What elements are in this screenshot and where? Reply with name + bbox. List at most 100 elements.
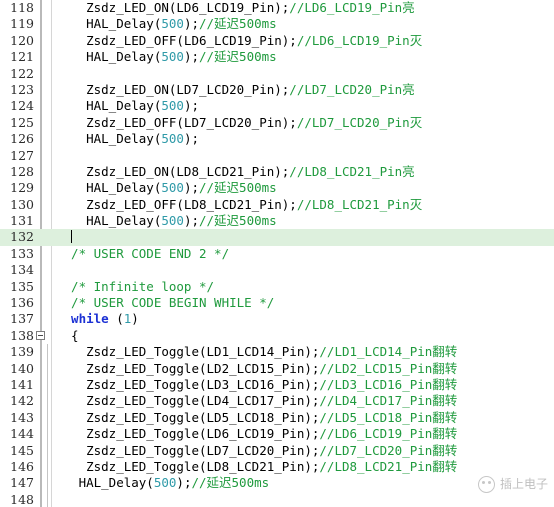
code-line[interactable]: 126 HAL_Delay(500);	[0, 131, 554, 147]
fold-guide-line	[47, 491, 48, 507]
code-line[interactable]: 120 Zsdz_LED_OFF(LD6_LCD19_Pin);//LD6_LC…	[0, 33, 554, 49]
code-line[interactable]: 118 Zsdz_LED_ON(LD6_LCD19_Pin);//LD6_LCD…	[0, 0, 554, 16]
line-number: 138	[10, 327, 34, 343]
code-text: HAL_Delay(500);//延迟500ms	[56, 49, 277, 65]
code-line[interactable]: 123 Zsdz_LED_ON(LD7_LCD20_Pin);//LD7_LCD…	[0, 82, 554, 98]
code-text: Zsdz_LED_Toggle(LD1_LCD14_Pin);//LD1_LCD…	[56, 344, 457, 360]
token-plain: );	[183, 131, 199, 147]
code-text: Zsdz_LED_Toggle(LD5_LCD18_Pin);//LD5_LCD…	[56, 410, 457, 426]
line-number: 131	[10, 213, 34, 229]
token-keyword: while	[56, 311, 109, 327]
fold-margin-cell[interactable]	[35, 328, 47, 344]
line-number: 137	[10, 311, 34, 327]
fold-margin-cell	[35, 197, 47, 213]
code-line[interactable]: 146 Zsdz_LED_Toggle(LD8_LCD21_Pin);//LD8…	[0, 458, 554, 476]
token-plain: Zsdz_LED_Toggle(LD8_LCD21_Pin);	[56, 458, 320, 474]
line-number: 130	[10, 196, 34, 212]
code-line[interactable]: 136 /* USER CODE BEGIN WHILE */	[0, 295, 554, 311]
code-line[interactable]: 132	[0, 229, 554, 246]
token-plain: Zsdz_LED_Toggle(LD5_LCD18_Pin);	[56, 409, 320, 425]
fold-margin-cell	[35, 492, 47, 507]
token-comment: /* Infinite loop */	[56, 278, 215, 294]
code-line[interactable]: 128 Zsdz_LED_ON(LD8_LCD21_Pin);//LD8_LCD…	[0, 164, 554, 180]
code-line[interactable]: 131 HAL_Delay(500);//延迟500ms	[0, 213, 554, 229]
code-text	[56, 229, 73, 245]
code-text: HAL_Delay(500);//延迟500ms	[56, 16, 277, 32]
code-line[interactable]: 133 /* USER CODE END 2 */	[0, 246, 554, 262]
fold-guide-line	[47, 458, 48, 476]
token-plain: Zsdz_LED_OFF(LD8_LCD21_Pin);	[56, 196, 297, 212]
code-editor[interactable]: 118 Zsdz_LED_ON(LD6_LCD19_Pin);//LD6_LCD…	[0, 0, 554, 507]
line-number: 121	[10, 49, 34, 65]
code-line[interactable]: 119 HAL_Delay(500);//延迟500ms	[0, 16, 554, 32]
token-comment: //延迟500ms	[199, 49, 277, 65]
code-line[interactable]: 144 Zsdz_LED_Toggle(LD6_LCD19_Pin);//LD6…	[0, 426, 554, 443]
fold-margin-cell	[35, 82, 47, 98]
code-text: Zsdz_LED_Toggle(LD8_LCD21_Pin);//LD8_LCD…	[56, 459, 457, 475]
token-plain: );	[176, 475, 192, 491]
token-number: 500	[161, 98, 184, 114]
fold-margin-cell	[35, 246, 47, 262]
code-line[interactable]: 142 Zsdz_LED_Toggle(LD4_LCD17_Pin);//LD4…	[0, 393, 554, 410]
code-text: /* USER CODE END 2 */	[56, 246, 229, 262]
code-line[interactable]: 141 Zsdz_LED_Toggle(LD3_LCD16_Pin);//LD3…	[0, 376, 554, 394]
fold-margin-cell	[35, 475, 47, 491]
code-line[interactable]: 143 Zsdz_LED_Toggle(LD5_LCD18_Pin);//LD5…	[0, 409, 554, 427]
token-plain: );	[183, 49, 199, 65]
code-line[interactable]: 139 Zsdz_LED_Toggle(LD1_LCD14_Pin);//LD1…	[0, 344, 554, 361]
code-line[interactable]: 130 Zsdz_LED_OFF(LD8_LCD21_Pin);//LD8_LC…	[0, 197, 554, 213]
token-plain: Zsdz_LED_OFF(LD7_LCD20_Pin);	[56, 114, 297, 130]
line-number: 129	[10, 180, 34, 196]
code-line[interactable]: 134	[0, 262, 554, 278]
token-plain: Zsdz_LED_Toggle(LD3_LCD16_Pin);	[56, 376, 320, 392]
code-text: Zsdz_LED_ON(LD7_LCD20_Pin);//LD7_LCD20_P…	[56, 82, 415, 98]
code-line[interactable]: 122	[0, 66, 554, 82]
token-plain: HAL_Delay(	[56, 180, 162, 196]
code-text: HAL_Delay(500);//延迟500ms	[56, 213, 277, 229]
code-line[interactable]: 140 Zsdz_LED_Toggle(LD2_LCD15_Pin);//LD2…	[0, 360, 554, 377]
token-plain: HAL_Delay(	[56, 131, 162, 147]
code-line[interactable]: 148	[0, 491, 554, 507]
line-number: 128	[10, 163, 34, 179]
token-comment: //LD3_LCD16_Pin翻转	[319, 376, 458, 392]
code-line[interactable]: 137 while (1)	[0, 311, 554, 327]
fold-guide-line	[47, 376, 48, 394]
token-comment: /* USER CODE BEGIN WHILE */	[56, 295, 275, 311]
token-plain: );	[183, 180, 199, 196]
code-line[interactable]: 121 HAL_Delay(500);//延迟500ms	[0, 49, 554, 65]
code-line[interactable]: 147 HAL_Delay(500);//延迟500ms	[0, 475, 554, 492]
fold-margin-cell	[35, 66, 47, 82]
code-text: Zsdz_LED_OFF(LD8_LCD21_Pin);//LD8_LCD21_…	[56, 197, 422, 213]
code-text: Zsdz_LED_ON(LD6_LCD19_Pin);//LD6_LCD19_P…	[56, 0, 415, 16]
line-number: 132	[10, 229, 34, 245]
code-line[interactable]: 129 HAL_Delay(500);//延迟500ms	[0, 180, 554, 196]
line-number: 145	[10, 442, 34, 458]
fold-margin-cell	[35, 33, 47, 49]
token-number: 500	[161, 213, 184, 229]
code-line[interactable]: 124 HAL_Delay(500);	[0, 98, 554, 114]
token-number: 500	[161, 49, 184, 65]
line-number: 134	[10, 262, 34, 278]
code-text: Zsdz_LED_ON(LD8_LCD21_Pin);//LD8_LCD21_P…	[56, 164, 415, 180]
token-plain: HAL_Delay(	[56, 475, 154, 491]
fold-margin-cell	[35, 213, 47, 229]
code-line[interactable]: 145 Zsdz_LED_Toggle(LD7_LCD20_Pin);//LD7…	[0, 442, 554, 459]
line-number: 143	[10, 409, 34, 425]
line-number: 127	[10, 147, 34, 163]
token-comment: //LD8_LCD21_Pin亮	[289, 163, 415, 179]
code-line[interactable]: 138 {	[0, 328, 554, 344]
line-number: 142	[10, 393, 34, 409]
line-number: 123	[10, 81, 34, 97]
fold-collapse-icon[interactable]	[36, 330, 45, 340]
fold-guide-line	[47, 475, 48, 492]
code-line[interactable]: 127	[0, 148, 554, 164]
fold-margin-cell	[35, 49, 47, 65]
line-number: 125	[10, 114, 34, 130]
code-line[interactable]: 135 /* Infinite loop */	[0, 279, 554, 295]
fold-margin-cell	[35, 443, 47, 459]
code-line[interactable]: 125 Zsdz_LED_OFF(LD7_LCD20_Pin);//LD7_LC…	[0, 115, 554, 131]
code-line-list[interactable]: 118 Zsdz_LED_ON(LD6_LCD19_Pin);//LD6_LCD…	[0, 0, 554, 507]
token-plain: HAL_Delay(	[56, 213, 162, 229]
token-comment: //LD8_LCD21_Pin翻转	[319, 458, 458, 474]
fold-margin-cell	[35, 377, 47, 393]
